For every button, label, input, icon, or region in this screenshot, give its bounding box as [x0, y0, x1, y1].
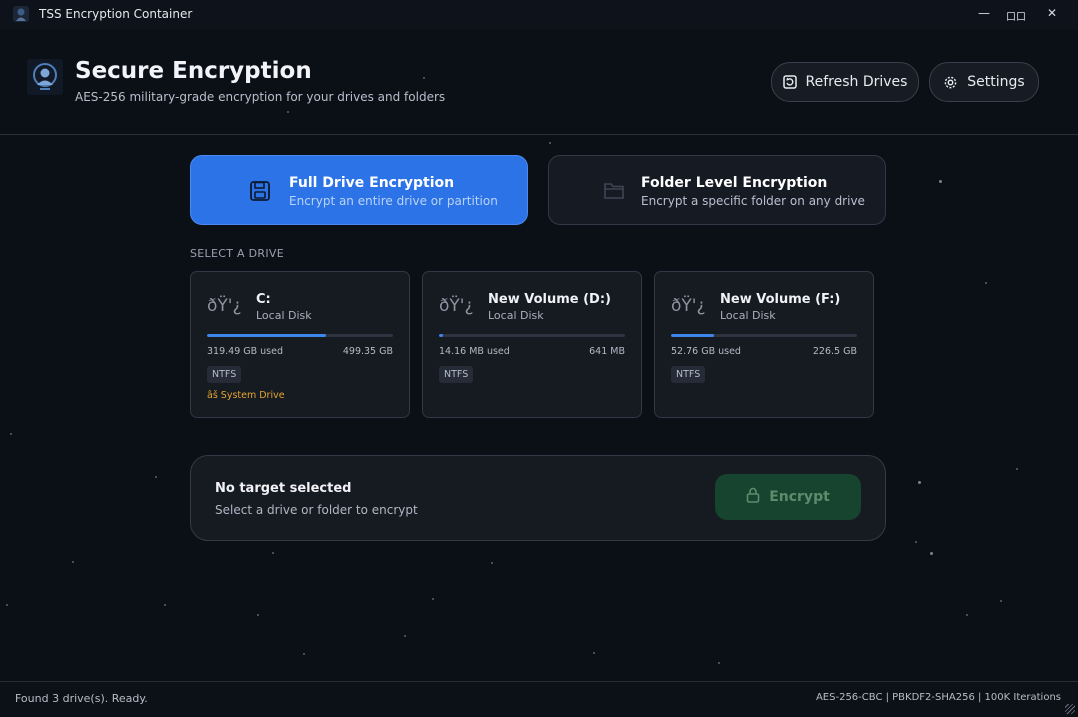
filesystem-badge: NTFS — [671, 366, 706, 383]
drive-usage-bar — [671, 334, 857, 337]
drive-total: 226.5 GB — [812, 346, 857, 357]
target-status-subtitle: Select a drive or folder to encrypt — [215, 503, 418, 517]
refresh-drives-button[interactable]: Refresh Drives — [771, 62, 919, 102]
floppy-disk-icon — [249, 180, 271, 206]
drive-card-c[interactable]: ðŸ'¿ C: Local Disk 319.49 GB used 499.35… — [190, 271, 410, 418]
drive-type: Local Disk — [720, 309, 776, 322]
logo-icon — [27, 59, 63, 95]
drive-name: New Volume (F:) — [720, 292, 841, 307]
drive-name: New Volume (D:) — [488, 292, 611, 307]
settings-button[interactable]: Settings — [929, 62, 1039, 102]
title-bar[interactable]: TSS Encryption Container — 口口 ✕ — [0, 0, 1078, 30]
status-bar: Found 3 drive(s). Ready. AES-256-CBC | P… — [0, 681, 1078, 717]
gear-icon — [943, 75, 958, 90]
drive-card-d[interactable]: ðŸ'¿ New Volume (D:) Local Disk 14.16 MB… — [422, 271, 642, 418]
lock-icon — [746, 487, 760, 507]
full-drive-encryption-title: Full Drive Encryption — [289, 175, 455, 191]
encrypt-button[interactable]: Encrypt — [715, 474, 861, 520]
drive-usage-fill — [671, 334, 715, 337]
drive-used: 14.16 MB used — [439, 346, 510, 357]
page-title: Secure Encryption — [75, 58, 312, 84]
full-drive-encryption-subtitle: Encrypt an entire drive or partition — [289, 194, 498, 208]
resize-grip[interactable] — [1065, 704, 1075, 714]
drive-card-f[interactable]: ðŸ'¿ New Volume (F:) Local Disk 52.76 GB… — [654, 271, 874, 418]
window-title: TSS Encryption Container — [39, 7, 193, 21]
minimize-button[interactable]: — — [969, 6, 999, 20]
drive-used: 319.49 GB used — [207, 346, 284, 357]
system-drive-warning: âš System Drive — [207, 390, 285, 401]
drive-usage-fill — [207, 334, 327, 337]
folder-level-encryption-title: Folder Level Encryption — [641, 175, 828, 191]
drive-usage-bar — [207, 334, 393, 337]
app-icon — [13, 6, 29, 22]
drive-name: C: — [256, 292, 271, 307]
refresh-drives-label: Refresh Drives — [805, 74, 908, 90]
app-header: Secure Encryption AES-256 military-grade… — [0, 30, 1078, 135]
drive-icon: ðŸ'¿ — [207, 296, 242, 316]
drive-type: Local Disk — [256, 309, 312, 322]
folder-level-encryption-subtitle: Encrypt a specific folder on any drive — [641, 194, 865, 208]
settings-label: Settings — [967, 74, 1025, 90]
drive-type: Local Disk — [488, 309, 544, 322]
drive-icon: ðŸ'¿ — [439, 296, 474, 316]
drive-used: 52.76 GB used — [671, 346, 741, 357]
select-drive-heading: SELECT A DRIVE — [190, 247, 284, 260]
maximize-button[interactable]: 口口 — [1001, 8, 1031, 23]
drive-total: 499.35 GB — [342, 346, 393, 357]
folder-level-encryption-card[interactable]: Folder Level Encryption Encrypt a specif… — [548, 155, 886, 225]
status-message: Found 3 drive(s). Ready. — [15, 692, 148, 705]
action-panel: No target selected Select a drive or fol… — [190, 455, 886, 541]
filesystem-badge: NTFS — [439, 366, 474, 383]
page-subtitle: AES-256 military-grade encryption for yo… — [75, 90, 446, 104]
drive-total: 641 MB — [589, 346, 625, 357]
close-button[interactable]: ✕ — [1037, 6, 1067, 20]
encrypt-label: Encrypt — [769, 489, 830, 505]
folder-icon — [603, 180, 625, 204]
drive-icon: ðŸ'¿ — [671, 296, 706, 316]
crypto-info: AES-256-CBC | PBKDF2-SHA256 | 100K Itera… — [815, 692, 1061, 703]
filesystem-badge: NTFS — [207, 366, 242, 383]
drive-usage-fill — [439, 334, 444, 337]
full-drive-encryption-card[interactable]: Full Drive Encryption Encrypt an entire … — [190, 155, 528, 225]
target-status-title: No target selected — [215, 481, 352, 496]
drive-usage-bar — [439, 334, 625, 337]
refresh-icon — [782, 75, 797, 89]
